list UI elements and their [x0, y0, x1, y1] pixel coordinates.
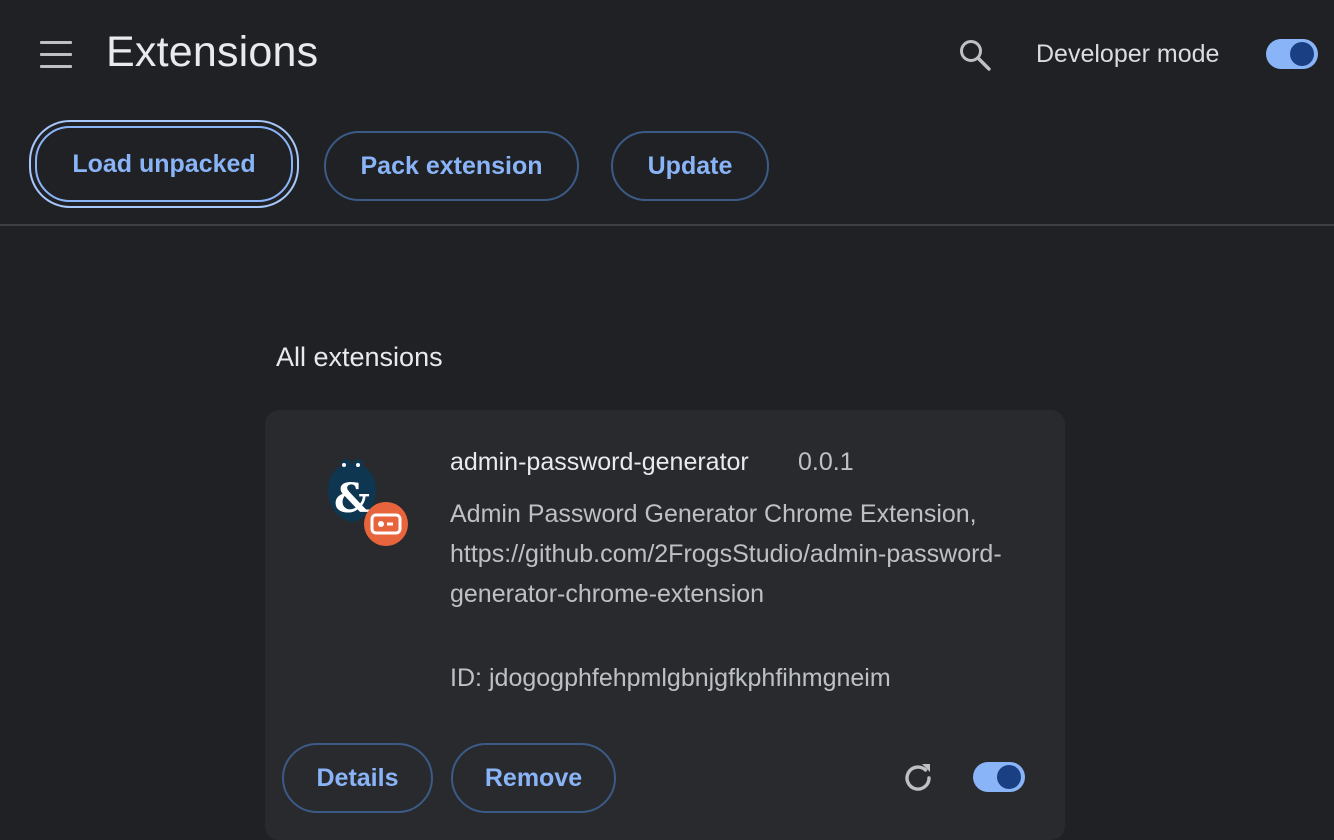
toolbar-divider — [0, 224, 1334, 226]
extension-enable-toggle[interactable] — [973, 762, 1025, 792]
toggle-knob — [997, 765, 1021, 789]
extension-name: admin-password-generator — [450, 448, 749, 476]
update-button[interactable]: Update — [611, 131, 769, 201]
svg-text:&: & — [334, 475, 370, 522]
extension-logo-icon: & — [322, 454, 412, 548]
extension-id-label: ID: — [450, 664, 482, 692]
extension-description: Admin Password Generator Chrome Extensio… — [450, 500, 1002, 608]
remove-button[interactable]: Remove — [451, 743, 616, 813]
extension-version: 0.0.1 — [798, 448, 854, 476]
developer-mode-label: Developer mode — [1036, 40, 1220, 68]
page-title: Extensions — [106, 28, 319, 76]
hamburger-menu-icon[interactable] — [38, 40, 74, 70]
search-icon[interactable] — [956, 36, 994, 74]
toggle-knob — [1290, 42, 1314, 66]
developer-mode-toggle[interactable] — [1266, 39, 1318, 69]
details-button[interactable]: Details — [282, 743, 433, 813]
section-title: All extensions — [276, 342, 443, 372]
unpacked-badge-icon — [364, 502, 408, 546]
load-unpacked-button[interactable]: Load unpacked — [35, 126, 293, 202]
pack-extension-button[interactable]: Pack extension — [324, 131, 579, 201]
reload-icon[interactable] — [898, 758, 938, 798]
extension-id-value: jdogogphfehpmlgbnjgfkphfihmgneim — [489, 664, 891, 692]
